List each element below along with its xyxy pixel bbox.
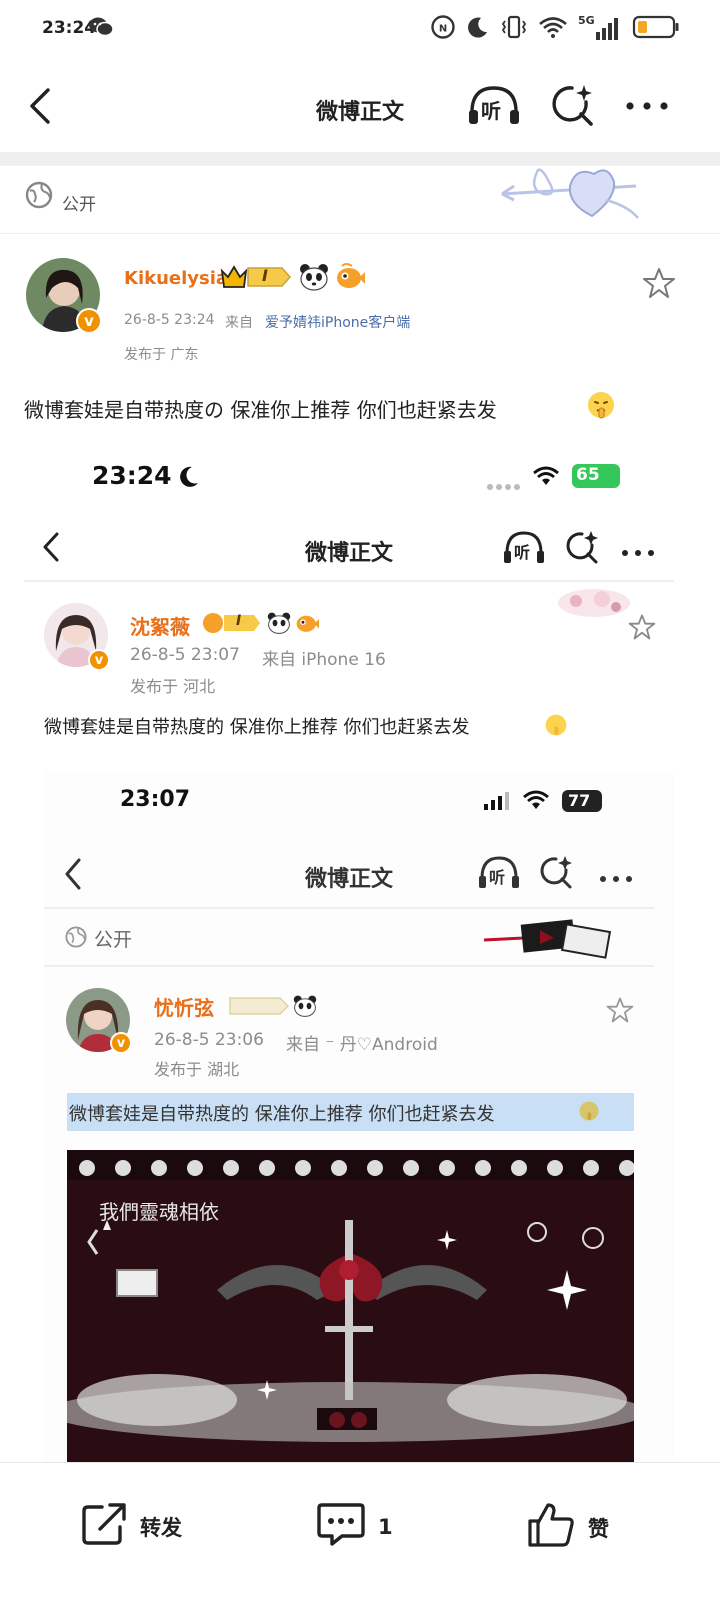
comment-button[interactable]: 1 xyxy=(316,1501,393,1552)
thumbs-up-icon xyxy=(526,1501,576,1554)
nested2-more-icon xyxy=(598,869,634,888)
nested2-listen-label: 听 xyxy=(489,868,506,887)
nested1-search-icon xyxy=(564,529,600,571)
visibility-label: 公开 xyxy=(62,195,96,215)
cellular-signal-icon: 5G xyxy=(578,14,622,42)
like-label: 赞 xyxy=(588,1516,609,1541)
vibrate-icon xyxy=(500,15,528,43)
nested1-verified-badge-icon: v xyxy=(88,649,110,671)
nested2-status-time: 23:07 xyxy=(120,787,191,812)
nested1-wifi-icon xyxy=(532,465,560,491)
nested1-shush-emoji-icon xyxy=(544,713,568,741)
wechat-icon xyxy=(88,16,114,42)
top-nav: 微博正文 听 xyxy=(0,66,720,152)
nested2-source: 来自 ⁻ 丹♡Android xyxy=(286,1035,438,1055)
nested2-star-icon xyxy=(606,996,634,1028)
panda-icon xyxy=(298,262,330,296)
nested1-star-icon xyxy=(628,613,656,645)
nested2-post-text: 微博套娃是自带热度的 保准你上推荐 你们也赶紧去发 xyxy=(69,1104,495,1125)
artwork-caption: 我們靈魂相依 xyxy=(99,1200,219,1224)
repost-button[interactable]: 转发 xyxy=(80,1501,182,1552)
nested2-shush-emoji-icon xyxy=(578,1100,600,1126)
verified-badge-icon: v xyxy=(76,308,102,334)
nested1-decoration xyxy=(554,583,634,627)
listen-button[interactable]: 听 xyxy=(466,82,522,134)
nested1-battery-level: 65 xyxy=(576,465,600,485)
wifi-icon xyxy=(538,15,568,43)
nested2-battery-level: 77 xyxy=(568,791,591,810)
nested2-date: 26-8-5 23:06 xyxy=(154,1030,264,1050)
bottom-action-bar: 转发 1 赞 xyxy=(0,1462,720,1612)
nested2-decoration xyxy=(483,910,614,964)
nested2-location: 发布于 湖北 xyxy=(154,1060,240,1079)
nested2-divider-2 xyxy=(44,965,654,967)
nested2-level-badge xyxy=(228,994,290,1022)
visibility-row: 公开 xyxy=(0,166,720,234)
level-badge-text: I xyxy=(262,266,268,285)
post-source-link[interactable]: 爱予婧祎iPhone客户端 xyxy=(265,312,410,332)
nested1-more-icon xyxy=(620,543,656,562)
nested2-signal-icon xyxy=(482,790,514,816)
comment-icon xyxy=(316,1501,366,1552)
nested1-level-text: I xyxy=(236,613,242,629)
fish-badge-icon xyxy=(334,262,366,296)
nested2-divider xyxy=(44,907,654,909)
search-icon[interactable] xyxy=(550,82,596,134)
nested1-date: 26-8-5 23:07 xyxy=(130,645,240,665)
svg-text:N: N xyxy=(439,24,447,35)
nested1-post-text: 微博套娃是自带热度的 保准你上推荐 你们也赶紧去发 xyxy=(44,717,470,738)
nested1-level-badge: I xyxy=(202,611,262,635)
nested1-panda-icon xyxy=(266,611,292,639)
post-text: 微博套娃是自带热度の 保准你上推荐 你们也赶紧去发 xyxy=(24,398,497,422)
nested1-signal-icon xyxy=(486,477,522,496)
nested1-listen-label: 听 xyxy=(514,543,531,562)
nested2-search-icon xyxy=(538,854,574,896)
nested1-source: 来自 iPhone 16 xyxy=(262,650,386,670)
shush-emoji-icon xyxy=(586,390,616,424)
nested2-wifi-icon xyxy=(522,789,550,815)
listen-label: 听 xyxy=(481,99,501,123)
nested1-listen-icon: 听 xyxy=(502,529,546,571)
repost-label: 转发 xyxy=(140,1515,182,1540)
nested1-moon-icon xyxy=(178,465,200,493)
nested2-panda-icon xyxy=(292,994,318,1022)
nested1-divider xyxy=(24,580,674,582)
nested2-username: 忧忻弦 xyxy=(154,996,214,1020)
moon-icon xyxy=(466,15,490,43)
post-date: 26-8-5 23:24 xyxy=(124,312,215,328)
nested1-username: 沈絮薇 xyxy=(130,615,190,639)
page-title: 微博正文 xyxy=(315,100,404,125)
nested1-status-time: 23:24 xyxy=(92,461,172,490)
favorite-star-icon[interactable] xyxy=(642,266,676,304)
nested2-visibility-label: 公开 xyxy=(94,929,133,951)
nested2-verified-badge-icon: v xyxy=(110,1032,132,1054)
nested2-battery-icon: 77 xyxy=(562,790,602,812)
source-prefix: 来自 xyxy=(225,315,253,331)
level-badge: I xyxy=(220,263,292,291)
nested1-battery-icon: 65 xyxy=(572,464,620,488)
comment-count: 1 xyxy=(378,1514,393,1539)
decorative-heart-arrow xyxy=(498,160,648,234)
nested2-globe-icon xyxy=(64,925,88,953)
nested2-artwork-image: 我們靈魂相依 xyxy=(67,1150,634,1462)
post-location: 发布于 广东 xyxy=(124,347,199,363)
like-button[interactable]: 赞 xyxy=(526,1501,609,1554)
nfc-icon: N xyxy=(430,14,456,44)
nested2-listen-icon: 听 xyxy=(477,854,521,896)
nested1-fish-icon xyxy=(294,611,320,639)
repost-icon xyxy=(80,1501,128,1552)
nested1-location: 发布于 河北 xyxy=(130,677,216,696)
globe-icon xyxy=(24,180,54,214)
more-options-icon[interactable] xyxy=(624,98,670,117)
status-bar: 23:24 N 5G xyxy=(0,0,720,58)
battery-icon xyxy=(632,14,680,44)
